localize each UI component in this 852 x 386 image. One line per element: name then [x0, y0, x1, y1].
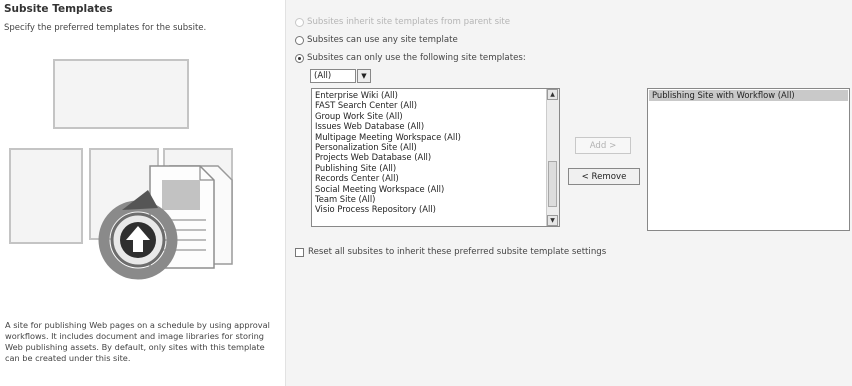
- list-item[interactable]: Team Site (All): [315, 194, 547, 204]
- list-item[interactable]: Issues Web Database (All): [315, 121, 547, 131]
- option-inherit-label: Subsites inherit site templates from par…: [307, 17, 511, 27]
- list-item[interactable]: Group Work Site (All): [315, 111, 547, 121]
- left-panel: Subsite Templates Specify the preferred …: [0, 0, 284, 386]
- option-any-label: Subsites can use any site template: [307, 35, 458, 45]
- reset-checkbox[interactable]: [295, 247, 304, 257]
- add-button[interactable]: Add >: [575, 137, 631, 154]
- list-item[interactable]: Enterprise Wiki (All): [315, 90, 547, 100]
- reset-subsites-row[interactable]: Reset all subsites to inherit these pref…: [295, 247, 606, 257]
- scroll-down-icon[interactable]: ▼: [547, 215, 558, 226]
- option-only-row[interactable]: Subsites can only use the following site…: [295, 53, 526, 63]
- list-item[interactable]: Visio Process Repository (All): [315, 204, 547, 214]
- section-description: Specify the preferred templates for the …: [4, 23, 207, 33]
- radio-only[interactable]: [295, 53, 304, 63]
- list-item[interactable]: Records Center (All): [315, 173, 547, 183]
- remove-button[interactable]: < Remove: [568, 168, 640, 185]
- option-any-row[interactable]: Subsites can use any site template: [295, 35, 458, 45]
- list-item[interactable]: Personalization Site (All): [315, 142, 547, 152]
- template-description: A site for publishing Web pages on a sch…: [5, 320, 270, 363]
- template-preview-image: [9, 59, 233, 280]
- radio-any[interactable]: [295, 35, 304, 45]
- list-item[interactable]: Projects Web Database (All): [315, 152, 547, 162]
- available-templates-list[interactable]: Enterprise Wiki (All) FAST Search Center…: [311, 88, 560, 227]
- list-item[interactable]: Multipage Meeting Workspace (All): [315, 132, 547, 142]
- list-item[interactable]: FAST Search Center (All): [315, 100, 547, 110]
- list-item[interactable]: Social Meeting Workspace (All): [315, 184, 547, 194]
- scrollbar-thumb[interactable]: [548, 161, 557, 207]
- option-inherit-row[interactable]: Subsites inherit site templates from par…: [295, 17, 510, 27]
- list-item[interactable]: Publishing Site with Workflow (All): [649, 90, 848, 101]
- template-filter-select[interactable]: (All): [310, 69, 356, 83]
- option-only-label: Subsites can only use the following site…: [307, 53, 526, 63]
- scrollbar[interactable]: ▲ ▼: [546, 89, 559, 226]
- scroll-up-icon[interactable]: ▲: [547, 89, 558, 100]
- section-title: Subsite Templates: [4, 3, 113, 15]
- selected-templates-list[interactable]: Publishing Site with Workflow (All): [647, 88, 850, 231]
- radio-inherit[interactable]: [295, 17, 304, 27]
- reset-label: Reset all subsites to inherit these pref…: [308, 247, 607, 257]
- chevron-down-icon[interactable]: ▼: [357, 69, 371, 83]
- list-item[interactable]: Publishing Site (All): [315, 163, 547, 173]
